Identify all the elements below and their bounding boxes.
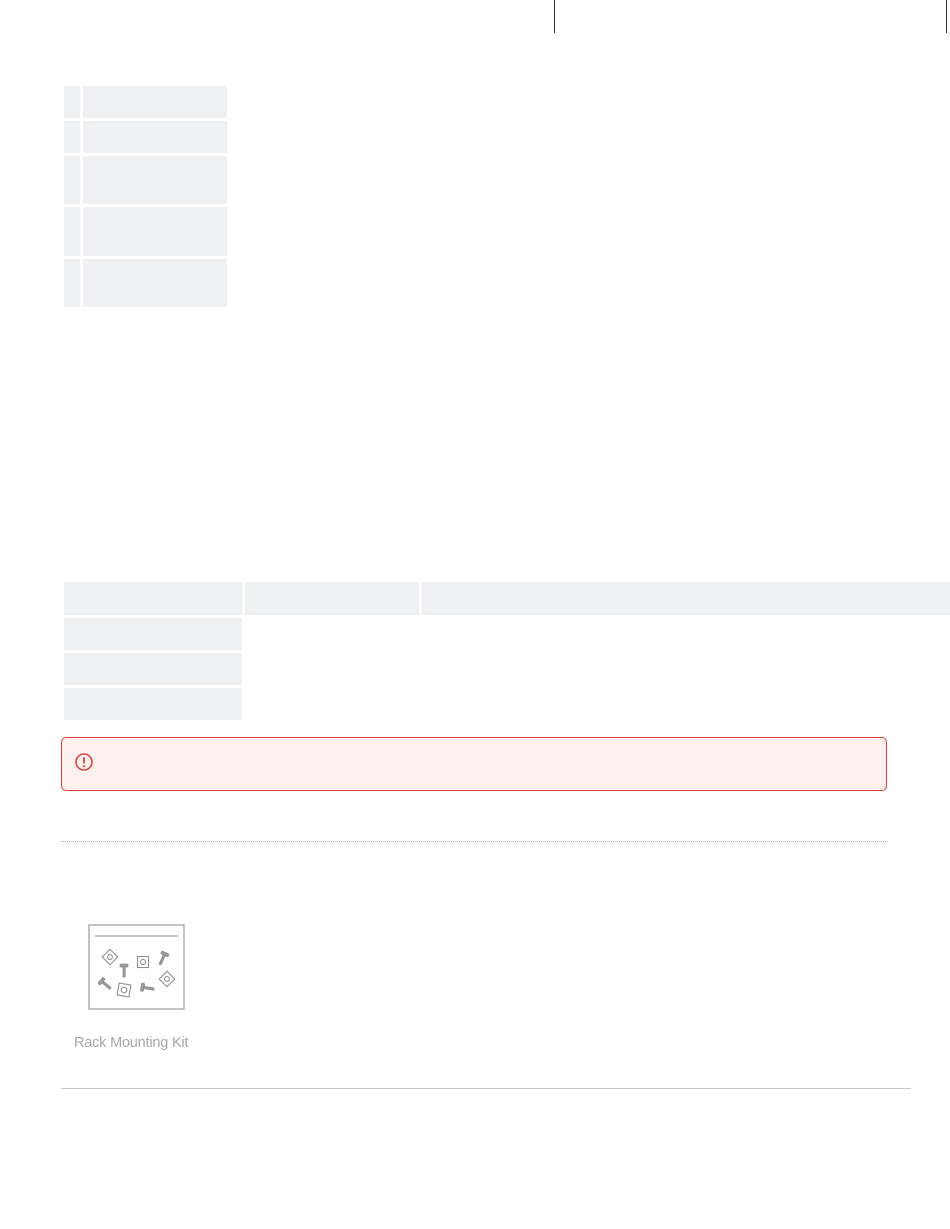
exclamation-circle-icon xyxy=(74,752,94,772)
table-2-row-2-label xyxy=(64,653,242,685)
table-1-row-4-index xyxy=(64,207,80,256)
table-2-header-col-2 xyxy=(245,582,419,615)
table-1-row-3-index xyxy=(64,156,80,204)
table-2-row-3-label xyxy=(64,688,242,720)
table-1-row-5-index xyxy=(64,259,80,307)
table-1-row-5-cell xyxy=(83,259,227,307)
table-1-row-3-cell xyxy=(83,156,227,204)
top-crop-mark-left xyxy=(554,0,555,33)
table-2-header-col-1 xyxy=(64,582,242,615)
top-crop-mark-right xyxy=(946,0,947,33)
table-1-row-2-cell xyxy=(83,121,227,153)
table-2-header-col-3 xyxy=(422,582,950,615)
table-2-row-1-label xyxy=(64,618,242,650)
warning-callout xyxy=(61,737,887,791)
table-1-row-1-cell xyxy=(83,86,227,118)
accessory-caption: Rack Mounting Kit xyxy=(74,1035,189,1051)
rack-mounting-kit-icon xyxy=(88,924,185,1010)
table-1-row-1-index xyxy=(64,86,80,118)
section-divider-dotted xyxy=(61,841,888,842)
section-divider-solid xyxy=(61,1088,911,1089)
table-1-row-4-cell xyxy=(83,207,227,256)
table-1-row-2-index xyxy=(64,121,80,153)
